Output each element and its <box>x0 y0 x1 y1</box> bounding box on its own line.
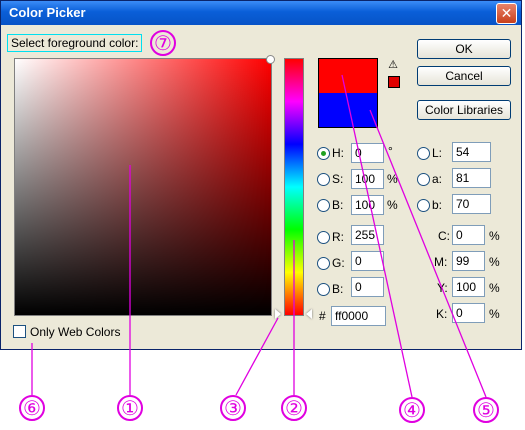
gamut-warning-icon[interactable]: ⚠ <box>387 59 399 71</box>
blue-label: B: <box>332 282 344 296</box>
brightness-input[interactable]: 100 <box>351 195 384 215</box>
annotation-6: ⑥ <box>19 395 45 421</box>
color-libraries-button[interactable]: Color Libraries <box>417 100 511 120</box>
dialog-body: Select foreground color: ⚠ OK Cancel Col… <box>1 25 521 349</box>
annotation-2: ② <box>281 395 307 421</box>
red-radio[interactable] <box>317 231 330 244</box>
brightness-radio[interactable] <box>317 199 330 212</box>
hue-slider-left-arrow-icon[interactable] <box>275 309 281 319</box>
magenta-input[interactable]: 99 <box>452 251 485 271</box>
saturation-label: S: <box>332 172 344 186</box>
hue-input[interactable]: 0 <box>351 143 384 163</box>
ok-button[interactable]: OK <box>417 39 511 59</box>
color-field-marker[interactable] <box>266 55 275 64</box>
new-color-swatch <box>318 58 378 93</box>
lightness-label: L: <box>432 146 443 160</box>
cyan-input[interactable]: 0 <box>452 225 485 245</box>
b-channel-radio[interactable] <box>417 199 430 212</box>
a-channel-input[interactable]: 81 <box>452 168 491 188</box>
annotation-1: ① <box>117 395 143 421</box>
hue-slider-right-arrow-icon[interactable] <box>306 309 312 319</box>
blue-radio[interactable] <box>317 283 330 296</box>
cancel-button[interactable]: Cancel <box>417 66 511 86</box>
annotation-7: ⑦ <box>150 30 176 56</box>
a-channel-label: a: <box>432 172 443 186</box>
lightness-input[interactable]: 54 <box>452 142 491 162</box>
brightness-label: B: <box>332 198 344 212</box>
gamut-warning-swatch[interactable] <box>388 76 400 88</box>
green-label: G: <box>332 256 345 270</box>
hue-slider[interactable] <box>284 58 304 316</box>
title-bar[interactable]: Color Picker ✕ <box>1 1 521 25</box>
saturation-input[interactable]: 100 <box>351 169 384 189</box>
magenta-label: M: <box>434 255 448 269</box>
red-label: R: <box>332 230 344 244</box>
only-web-colors-checkbox[interactable] <box>13 325 26 338</box>
magenta-unit: % <box>489 255 500 269</box>
brightness-unit: % <box>387 198 398 212</box>
red-input[interactable]: 255 <box>351 225 384 245</box>
saturation-unit: % <box>387 172 398 186</box>
only-web-colors-label: Only Web Colors <box>30 325 121 339</box>
hex-prefix: # <box>319 309 326 323</box>
hue-label: H: <box>332 146 344 160</box>
a-channel-radio[interactable] <box>417 173 430 186</box>
green-input[interactable]: 0 <box>351 251 384 271</box>
current-color-swatch[interactable] <box>318 93 378 128</box>
annotation-5: ⑤ <box>473 397 499 423</box>
black-input[interactable]: 0 <box>452 303 485 323</box>
yellow-input[interactable]: 100 <box>452 277 485 297</box>
foreground-label: Select foreground color: <box>7 34 143 52</box>
close-icon[interactable]: ✕ <box>496 3 517 24</box>
yellow-unit: % <box>489 281 500 295</box>
black-label: K: <box>436 307 448 321</box>
color-picker-window: Color Picker ✕ Select foreground color: … <box>0 0 522 350</box>
lightness-radio[interactable] <box>417 147 430 160</box>
color-field[interactable] <box>14 55 275 316</box>
b-channel-input[interactable]: 70 <box>452 194 491 214</box>
cyan-label: C: <box>438 229 450 243</box>
yellow-label: Y: <box>437 281 448 295</box>
hue-unit: ° <box>388 144 393 158</box>
hue-radio[interactable] <box>317 147 330 160</box>
annotation-4: ④ <box>399 397 425 423</box>
green-radio[interactable] <box>317 257 330 270</box>
hex-input[interactable]: ff0000 <box>331 306 386 326</box>
saturation-radio[interactable] <box>317 173 330 186</box>
cyan-unit: % <box>489 229 500 243</box>
annotation-3: ③ <box>220 395 246 421</box>
window-title: Color Picker <box>9 5 86 20</box>
b-channel-label: b: <box>432 198 443 212</box>
black-unit: % <box>489 307 500 321</box>
blue-input[interactable]: 0 <box>351 277 384 297</box>
